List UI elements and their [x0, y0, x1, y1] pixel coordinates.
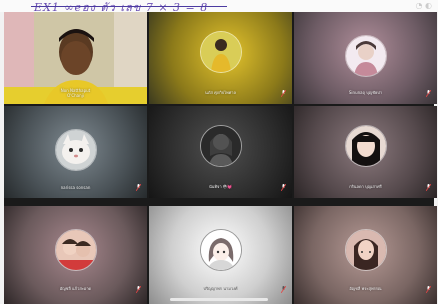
mic-muted-icon: [426, 90, 431, 97]
participant-name: นภัส ศุภกิจไพศาล: [205, 90, 236, 95]
participant-tile-8[interactable]: ปริญญาพร นามวงศ์: [149, 206, 292, 304]
participant-tile-4[interactable]: narissa sonsan: [4, 106, 147, 198]
participant-tile-2[interactable]: นภัส ศุภกิจไพศาล: [149, 12, 292, 104]
participant-name: กรินลดา บุญเสาศรี: [349, 184, 382, 189]
mic-muted-icon: [281, 286, 286, 293]
participant-name: อัญชลี แก้วสะอาด: [59, 286, 92, 291]
participant-avatar: [344, 35, 387, 77]
participant-name: นันทิจา 😳💓: [208, 184, 233, 189]
participant-tile-7[interactable]: อัญชลี แก้วสะอาด: [4, 206, 147, 304]
participant-name: อัญชลี พระสุพรรณ: [349, 286, 382, 291]
mic-muted-icon: [426, 286, 431, 293]
participant-avatar: [199, 31, 242, 73]
participant-tile-1[interactable]: Non Natthaput O'Chanji: [4, 12, 147, 104]
participant-avatar: [344, 229, 387, 271]
participant-tile-5[interactable]: นันทิจา 😳💓: [149, 106, 292, 198]
participant-avatar: [199, 229, 242, 271]
status-icons: ◔ ◐: [415, 1, 432, 10]
participant-tile-6[interactable]: กรินลดา บุญเสาศรี: [294, 106, 437, 198]
mic-muted-icon: [136, 184, 141, 191]
participant-avatar: [344, 125, 387, 167]
video-grid: Non Natthaput O'Chanji นภัส ศุภกิจไพศาล …: [4, 12, 437, 304]
mic-muted-icon: [281, 90, 286, 97]
mic-muted-icon: [426, 184, 431, 191]
participant-name: narissa sonsan: [60, 185, 91, 190]
handwritten-note: EX1 ∞eอง ตัว เลข 7 × 3 = 8: [31, 0, 227, 14]
participant-avatar: [54, 229, 97, 271]
mic-muted-icon: [136, 286, 141, 293]
home-indicator[interactable]: [170, 298, 268, 301]
participant-name: ปริญญาพร นามวงศ์: [203, 286, 238, 291]
participant-avatar: [199, 125, 242, 167]
participant-tile-9[interactable]: อัญชลี พระสุพรรณ: [294, 206, 437, 304]
participant-avatar: [54, 129, 97, 171]
participant-tile-3[interactable]: Sinunaฤ บุญชัยปา: [294, 12, 437, 104]
participant-name: Sinunaฤ บุญชัยปา: [348, 90, 383, 95]
mic-muted-icon: [281, 184, 286, 191]
participant-name: Non Natthaput O'Chanji: [60, 88, 91, 98]
